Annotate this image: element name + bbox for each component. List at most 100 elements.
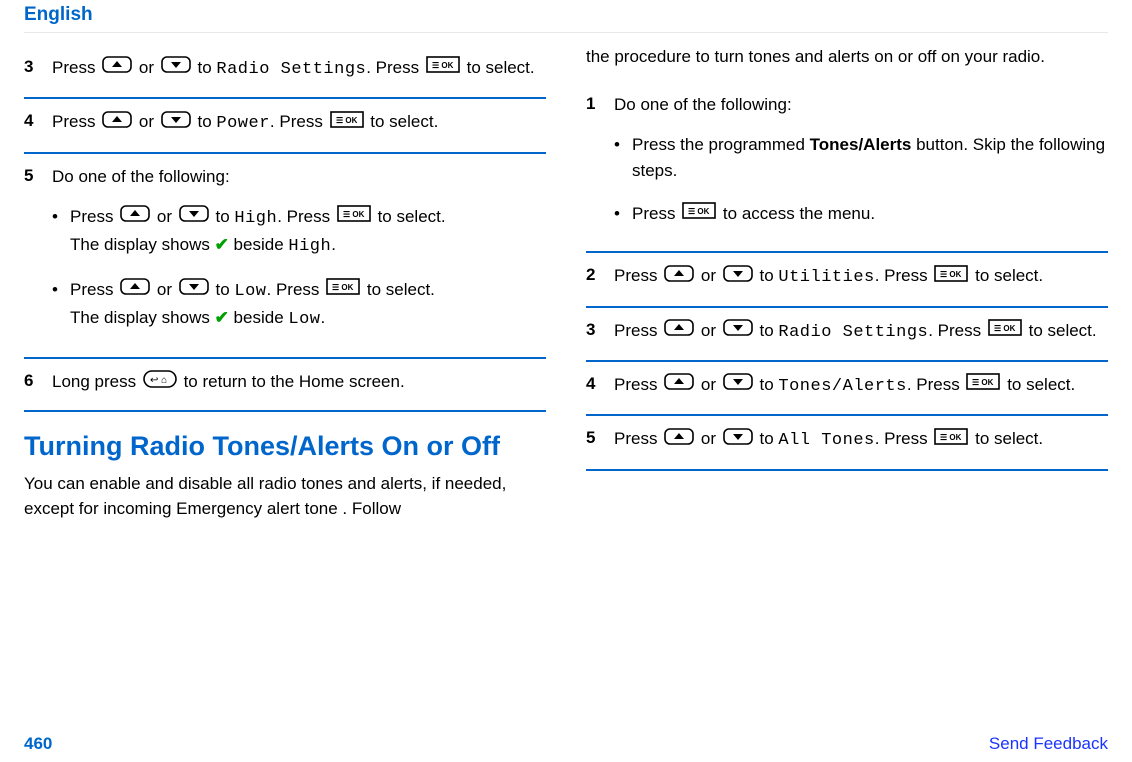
step-number: 6 (24, 369, 52, 391)
page-number: 460 (24, 734, 52, 754)
text: or (701, 266, 721, 285)
text: or (139, 112, 159, 131)
step-body: Press or to Tones/Alerts. Press ☰ OK to … (614, 372, 1108, 400)
footer: 460 Send Feedback (24, 734, 1108, 754)
text: to return to the Home screen. (184, 372, 405, 391)
up-button-icon (664, 264, 694, 290)
ok-button-icon: ☰ OK (934, 427, 968, 453)
svg-text:☰ OK: ☰ OK (332, 283, 354, 292)
step-number: 3 (24, 55, 52, 77)
text: Press (52, 112, 100, 131)
text: The display shows (70, 308, 215, 327)
svg-text:☰ OK: ☰ OK (940, 433, 962, 442)
up-button-icon (120, 204, 150, 230)
text: Press (614, 321, 662, 340)
send-feedback-link[interactable]: Send Feedback (989, 734, 1108, 754)
text: to (198, 58, 217, 77)
bold-label: Tones/Alerts (810, 135, 912, 154)
text: Press (614, 375, 662, 394)
down-button-icon (161, 110, 191, 136)
down-button-icon (161, 55, 191, 81)
text: to (216, 280, 235, 299)
up-button-icon (120, 277, 150, 303)
right-step-2: 2 Press or to Utilities. Press ☰ OK (586, 253, 1108, 305)
menu-label: Low (234, 282, 266, 301)
ok-button-icon: ☰ OK (682, 201, 716, 227)
svg-text:☰ OK: ☰ OK (940, 270, 962, 279)
text: to select. (1029, 321, 1097, 340)
down-button-icon (179, 204, 209, 230)
text: . Press (277, 207, 335, 226)
step-number: 2 (586, 263, 614, 285)
section-intro: You can enable and disable all radio ton… (24, 472, 546, 521)
text: Press (70, 207, 118, 226)
step-body: Press or to Radio Settings. Press ☰ OK t… (614, 318, 1108, 346)
text: to (760, 321, 779, 340)
up-button-icon (664, 372, 694, 398)
step-5: 5 Do one of the following: Press or (24, 154, 546, 358)
ok-button-icon: ☰ OK (966, 372, 1000, 398)
text: Press (52, 58, 100, 77)
ok-button-icon: ☰ OK (934, 264, 968, 290)
text: or (157, 280, 177, 299)
menu-label: Tones/Alerts (778, 377, 906, 396)
check-icon: ✔ (215, 308, 229, 327)
step-number: 5 (24, 164, 52, 186)
step-number: 4 (586, 372, 614, 394)
down-button-icon (723, 264, 753, 290)
up-button-icon (102, 110, 132, 136)
ok-button-icon: ☰ OK (330, 110, 364, 136)
text: The display shows (70, 235, 215, 254)
text: Press (614, 266, 662, 285)
svg-text:☰ OK: ☰ OK (336, 116, 358, 125)
bullet-programmed: Press the programmed Tones/Alerts button… (614, 126, 1108, 195)
menu-label: Utilities (778, 268, 874, 287)
menu-label: Power (216, 114, 270, 133)
text: to select. (975, 429, 1043, 448)
menu-label: High (288, 237, 331, 256)
menu-label: High (234, 209, 277, 228)
ok-button-icon: ☰ OK (326, 277, 360, 303)
back-home-button-icon: ↩ ⌂ (143, 370, 177, 396)
bullet-low: Press or to Low. Press ☰ OK (52, 271, 546, 344)
text: . Press (875, 429, 933, 448)
right-step-3: 3 Press or to Radio Settings. Press ☰ OK (586, 308, 1108, 360)
text: . Press (928, 321, 986, 340)
up-button-icon (102, 55, 132, 81)
svg-text:☰ OK: ☰ OK (688, 207, 710, 216)
text: to (760, 375, 779, 394)
right-step-4: 4 Press or to Tones/Alerts. Press ☰ OK (586, 362, 1108, 414)
up-button-icon (664, 427, 694, 453)
text: Press the programmed (632, 135, 810, 154)
section-title: Turning Radio Tones/Alerts On or Off (24, 430, 546, 462)
menu-label: Low (288, 310, 320, 329)
bullet-high: Press or to High. Press ☰ O (52, 198, 546, 271)
step-number: 3 (586, 318, 614, 340)
language-header: English (24, 0, 1108, 33)
svg-text:☰ OK: ☰ OK (972, 378, 994, 387)
right-step-1: 1 Do one of the following: Press the pro… (586, 82, 1108, 252)
text: or (157, 207, 177, 226)
text: . (331, 235, 336, 254)
text: or (701, 321, 721, 340)
step-body: Press or to All Tones. Press ☰ OK to sel… (614, 426, 1108, 454)
step-4: 4 Press or to Power. Press ☰ OK (24, 99, 546, 151)
menu-label: All Tones (778, 431, 874, 450)
separator (586, 469, 1108, 471)
text: to select. (367, 280, 435, 299)
ok-button-icon: ☰ OK (426, 55, 460, 81)
menu-label: Radio Settings (778, 323, 928, 342)
text: Press (70, 280, 118, 299)
continuation-text: the procedure to turn tones and alerts o… (586, 45, 1108, 82)
text: . Press (267, 280, 325, 299)
text: to (760, 429, 779, 448)
text: to (198, 112, 217, 131)
up-button-icon (664, 318, 694, 344)
down-button-icon (723, 318, 753, 344)
text: or (139, 58, 159, 77)
text: . Press (875, 266, 933, 285)
step-body: Do one of the following: Press or to (52, 164, 546, 344)
text: Press (632, 204, 680, 223)
text: beside (229, 235, 289, 254)
text: . (320, 308, 325, 327)
